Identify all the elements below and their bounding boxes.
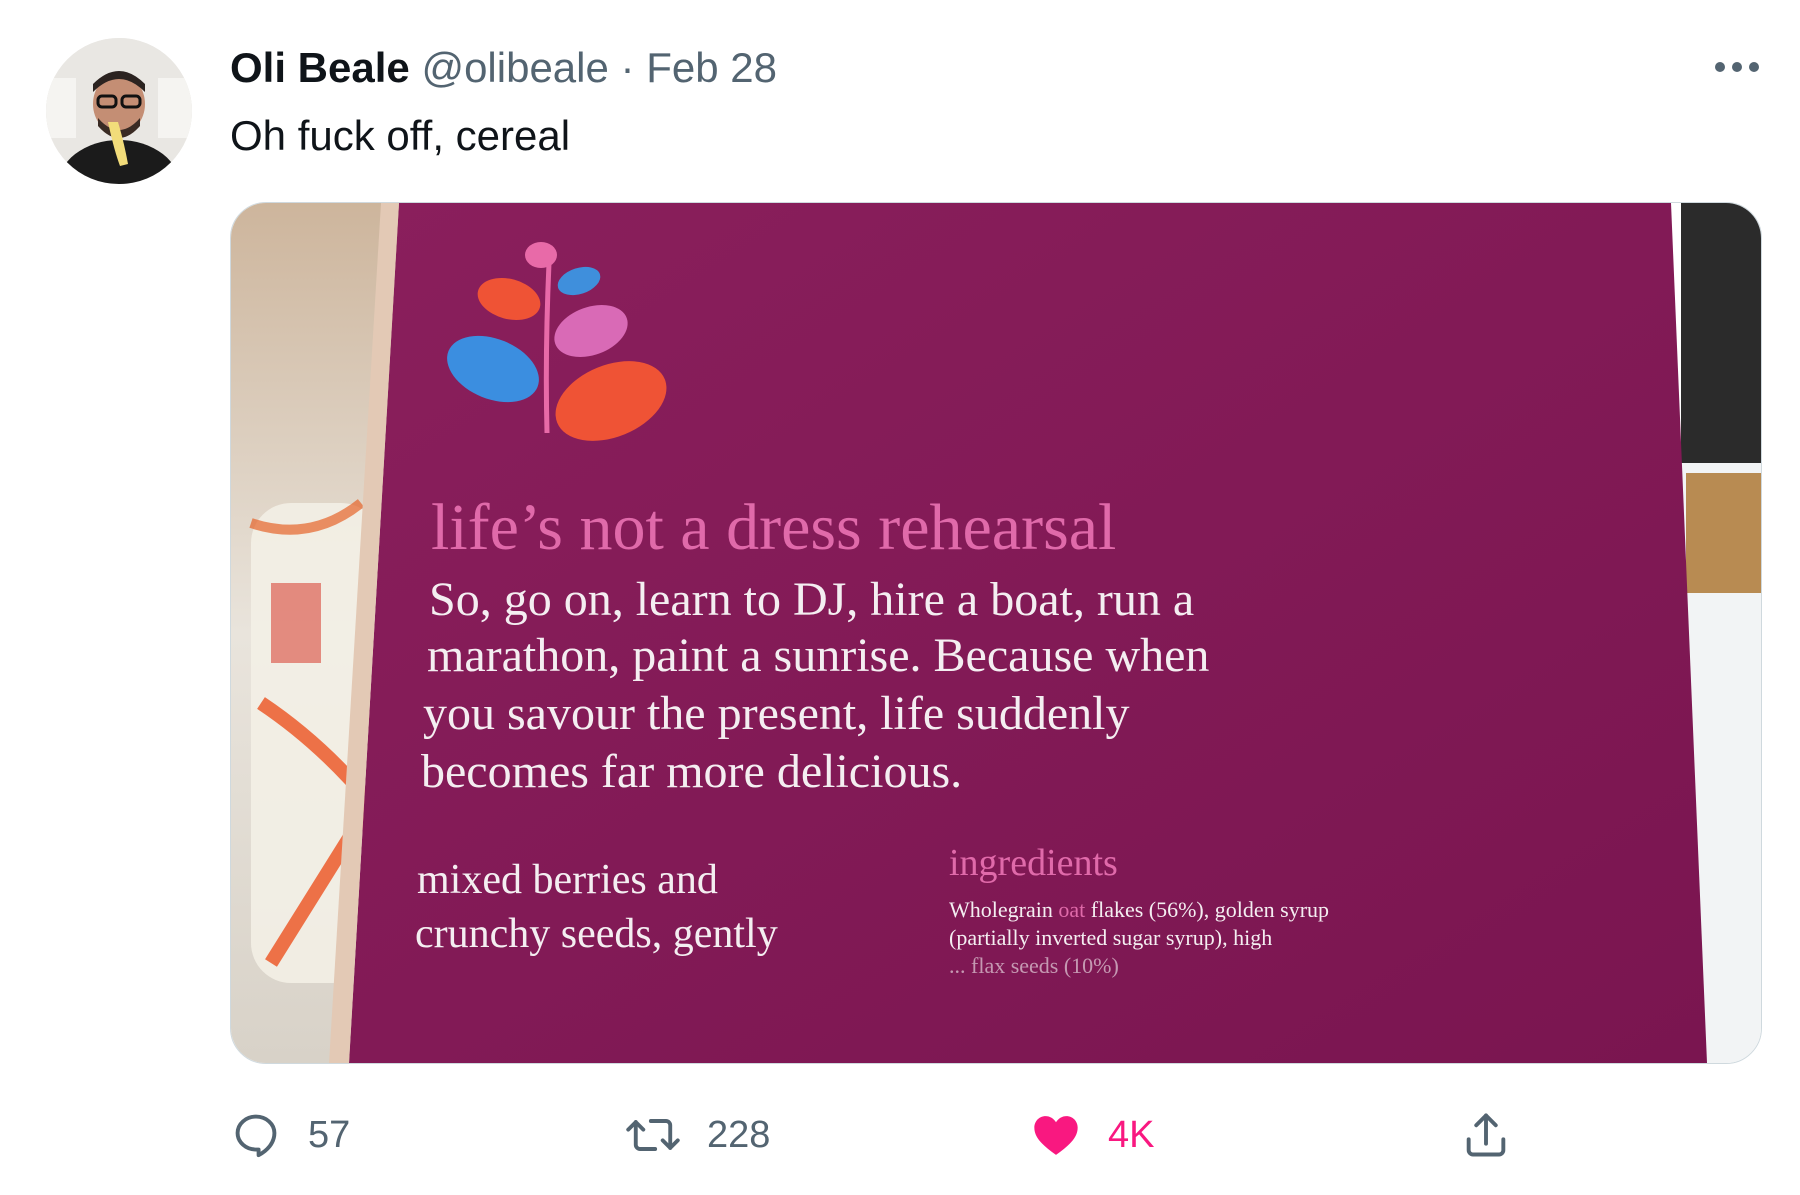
reply-button[interactable]: 57 bbox=[230, 1105, 350, 1165]
retweet-count: 228 bbox=[707, 1113, 771, 1156]
tweet-media[interactable]: life’s not a dress rehearsal So, go on, … bbox=[230, 202, 1762, 1064]
avatar-photo bbox=[46, 38, 192, 184]
ingredients-line-1: Wholegrain oat flakes (56%), golden syru… bbox=[949, 897, 1329, 922]
more-horizontal-icon bbox=[1715, 62, 1759, 72]
box-headline: life’s not a dress rehearsal bbox=[431, 491, 1116, 564]
retweet-button[interactable]: 228 bbox=[625, 1105, 770, 1165]
reply-count: 57 bbox=[308, 1113, 351, 1156]
tweet-date[interactable]: Feb 28 bbox=[646, 44, 777, 91]
box-body-line-4: becomes far more delicious. bbox=[421, 745, 962, 798]
ingredients-line-2: (partially inverted sugar syrup), high bbox=[949, 925, 1272, 950]
more-button[interactable] bbox=[1712, 52, 1762, 82]
reply-icon bbox=[235, 1114, 277, 1158]
tweet-text: Oh fuck off, cereal bbox=[230, 112, 571, 159]
ingredients-oat: oat bbox=[1058, 897, 1085, 922]
box-body-line-3: you savour the present, life suddenly bbox=[423, 687, 1130, 740]
author-handle[interactable]: @olibeale bbox=[421, 44, 608, 91]
like-count: 4K bbox=[1108, 1113, 1155, 1156]
box-body-line-2: marathon, paint a sunrise. Because when bbox=[427, 629, 1209, 682]
box-desc-line-2: crunchy seeds, gently bbox=[415, 911, 778, 957]
heart-icon bbox=[1034, 1116, 1078, 1155]
tweet-actions: 57 228 4K bbox=[230, 1105, 1570, 1165]
ingredients-line-1a: Wholegrain bbox=[949, 897, 1058, 922]
ingredients-line-3: ... flax seeds (10%) bbox=[949, 953, 1119, 978]
ingredients-line-1c: flakes (56%), golden syrup bbox=[1085, 897, 1329, 922]
tweet-header: Oli Beale @olibeale · Feb 28 bbox=[230, 42, 777, 94]
share-button[interactable] bbox=[1460, 1105, 1512, 1165]
media-photo: life’s not a dress rehearsal So, go on, … bbox=[231, 203, 1761, 1063]
separator: · bbox=[620, 44, 635, 91]
ingredients-heading: ingredients bbox=[949, 842, 1118, 884]
box-desc-line-1: mixed berries and bbox=[417, 857, 718, 903]
share-icon bbox=[1466, 1113, 1506, 1157]
box-body-line-1: So, go on, learn to DJ, hire a boat, run… bbox=[429, 573, 1194, 626]
avatar[interactable] bbox=[46, 38, 192, 184]
retweet-icon bbox=[626, 1119, 680, 1151]
like-button[interactable]: 4K bbox=[1030, 1105, 1154, 1165]
author-name[interactable]: Oli Beale bbox=[230, 44, 410, 91]
